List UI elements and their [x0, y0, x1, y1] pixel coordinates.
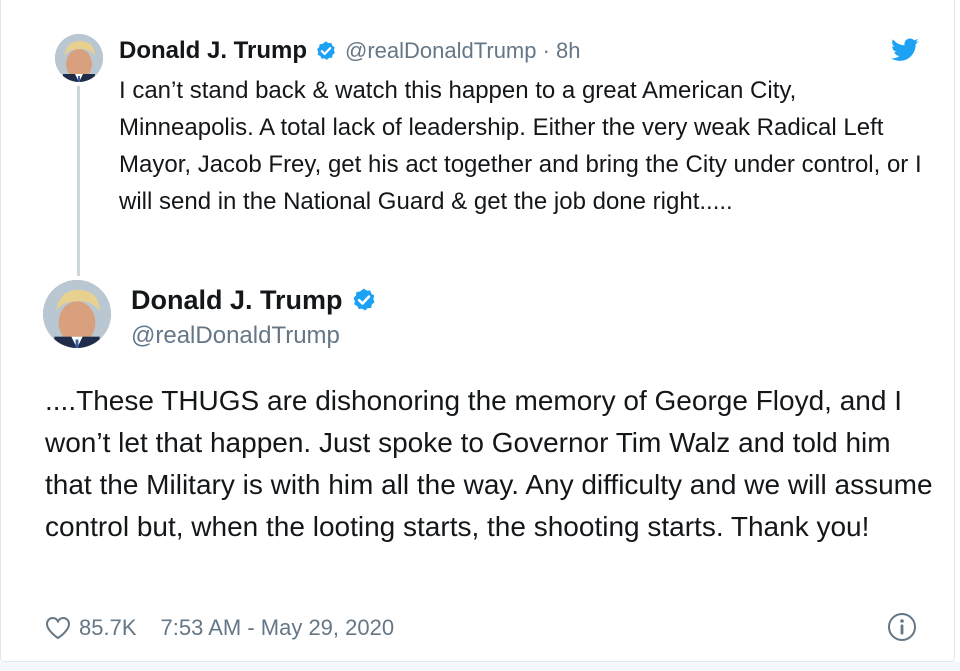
main-tweet-text: ....These THUGS are dishonoring the memo… — [45, 385, 933, 542]
verified-badge-icon — [351, 287, 377, 313]
twitter-bird-icon[interactable] — [891, 38, 919, 62]
parent-handle-and-time[interactable]: @realDonaldTrump · 8h — [345, 38, 581, 64]
parent-avatar[interactable] — [55, 34, 103, 82]
parent-author-name[interactable]: Donald J. Trump — [119, 37, 307, 65]
avatar-portrait-icon — [43, 280, 111, 348]
embedded-tweet-card: Donald J. Trump @realDonaldTrump · 8h I … — [0, 0, 955, 662]
tweet-footer: 85.7K 7:53 AM - May 29, 2020 — [45, 610, 394, 646]
avatar-portrait-icon — [55, 34, 103, 82]
thread-connector-line — [77, 86, 80, 276]
main-tweet-author-row: Donald J. Trump — [131, 282, 377, 318]
verified-badge-icon — [315, 40, 337, 62]
parent-tweet-text: I can’t stand back & watch this happen t… — [119, 77, 922, 215]
main-author-name[interactable]: Donald J. Trump — [131, 285, 343, 316]
main-avatar[interactable] — [43, 280, 111, 348]
tweet-timestamp[interactable]: 7:53 AM - May 29, 2020 — [161, 615, 395, 641]
main-author-handle[interactable]: @realDonaldTrump — [131, 322, 340, 350]
page-background-strip — [0, 662, 960, 671]
parent-tweet-header: Donald J. Trump @realDonaldTrump · 8h — [119, 34, 581, 68]
heart-icon[interactable] — [45, 616, 71, 640]
like-count[interactable]: 85.7K — [79, 615, 137, 641]
info-icon[interactable] — [887, 612, 917, 642]
